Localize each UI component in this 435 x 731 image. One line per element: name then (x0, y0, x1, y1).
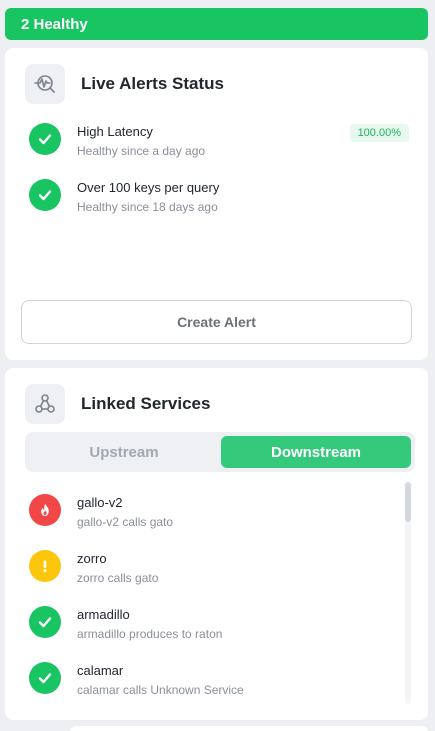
service-text: calamar calamar calls Unknown Service (77, 662, 244, 699)
alert-percentage-badge: 100.00% (349, 124, 409, 142)
alert-name: Over 100 keys per query (77, 180, 220, 195)
service-name: armadillo (77, 607, 130, 622)
services-list[interactable]: gallo-v2 gallo-v2 calls gato zorro zorro… (5, 480, 428, 710)
service-relation: armadillo produces to raton (77, 627, 223, 641)
service-relation: zorro calls gato (77, 571, 159, 585)
alert-text: High Latency Healthy since a day ago (77, 123, 205, 160)
alert-name: High Latency (77, 124, 153, 139)
check-icon (29, 662, 61, 694)
service-item-armadillo[interactable]: armadillo armadillo produces to raton (29, 606, 409, 643)
linked-services-title: Linked Services (81, 394, 211, 413)
live-alerts-title: Live Alerts Status (81, 74, 224, 93)
alert-text: Over 100 keys per query Healthy since 18… (77, 179, 219, 216)
alert-item-over-100-keys[interactable]: Over 100 keys per query Healthy since 18… (29, 179, 409, 216)
next-card-edge (70, 726, 428, 731)
health-status-text: 2 Healthy (21, 15, 88, 33)
linked-services-icon (25, 384, 65, 424)
page: 2 Healthy Live Alerts Status High Latenc… (0, 0, 435, 731)
live-alerts-header: Live Alerts Status (25, 64, 224, 104)
alert-pulse-search-icon (25, 64, 65, 104)
service-text: gallo-v2 gallo-v2 calls gato (77, 494, 173, 531)
healthy-check-icon (29, 179, 61, 211)
service-item-calamar[interactable]: calamar calamar calls Unknown Service (29, 662, 409, 699)
healthy-check-icon (29, 123, 61, 155)
services-scrollbar-thumb[interactable] (405, 482, 411, 522)
linked-services-card: Linked Services Upstream Downstream gall… (5, 368, 428, 720)
alert-status: Healthy since 18 days ago (77, 200, 218, 214)
create-alert-button[interactable]: Create Alert (21, 300, 412, 344)
alert-status: Healthy since a day ago (77, 144, 206, 158)
exclamation-icon (29, 550, 61, 582)
service-relation: calamar calls Unknown Service (77, 683, 244, 697)
linked-services-header: Linked Services (25, 384, 210, 424)
live-alerts-card: Live Alerts Status High Latency Healthy … (5, 48, 428, 360)
service-name: gallo-v2 (77, 495, 123, 510)
alert-item-high-latency[interactable]: High Latency Healthy since a day ago 100… (29, 123, 409, 160)
service-relation: gallo-v2 calls gato (77, 515, 174, 529)
tab-downstream[interactable]: Downstream (221, 436, 411, 468)
service-item-zorro[interactable]: zorro zorro calls gato (29, 550, 409, 587)
flame-icon (29, 494, 61, 526)
service-item-gallo-v2[interactable]: gallo-v2 gallo-v2 calls gato (29, 494, 409, 531)
services-scrollbar[interactable] (405, 482, 411, 704)
service-name: calamar (77, 663, 124, 678)
service-text: armadillo armadillo produces to raton (77, 606, 222, 643)
check-icon (29, 606, 61, 638)
service-name: zorro (77, 551, 107, 566)
health-status-banner: 2 Healthy (5, 8, 428, 40)
service-text: zorro zorro calls gato (77, 550, 158, 587)
service-direction-tabs: Upstream Downstream (25, 432, 415, 472)
tab-upstream[interactable]: Upstream (29, 436, 219, 468)
